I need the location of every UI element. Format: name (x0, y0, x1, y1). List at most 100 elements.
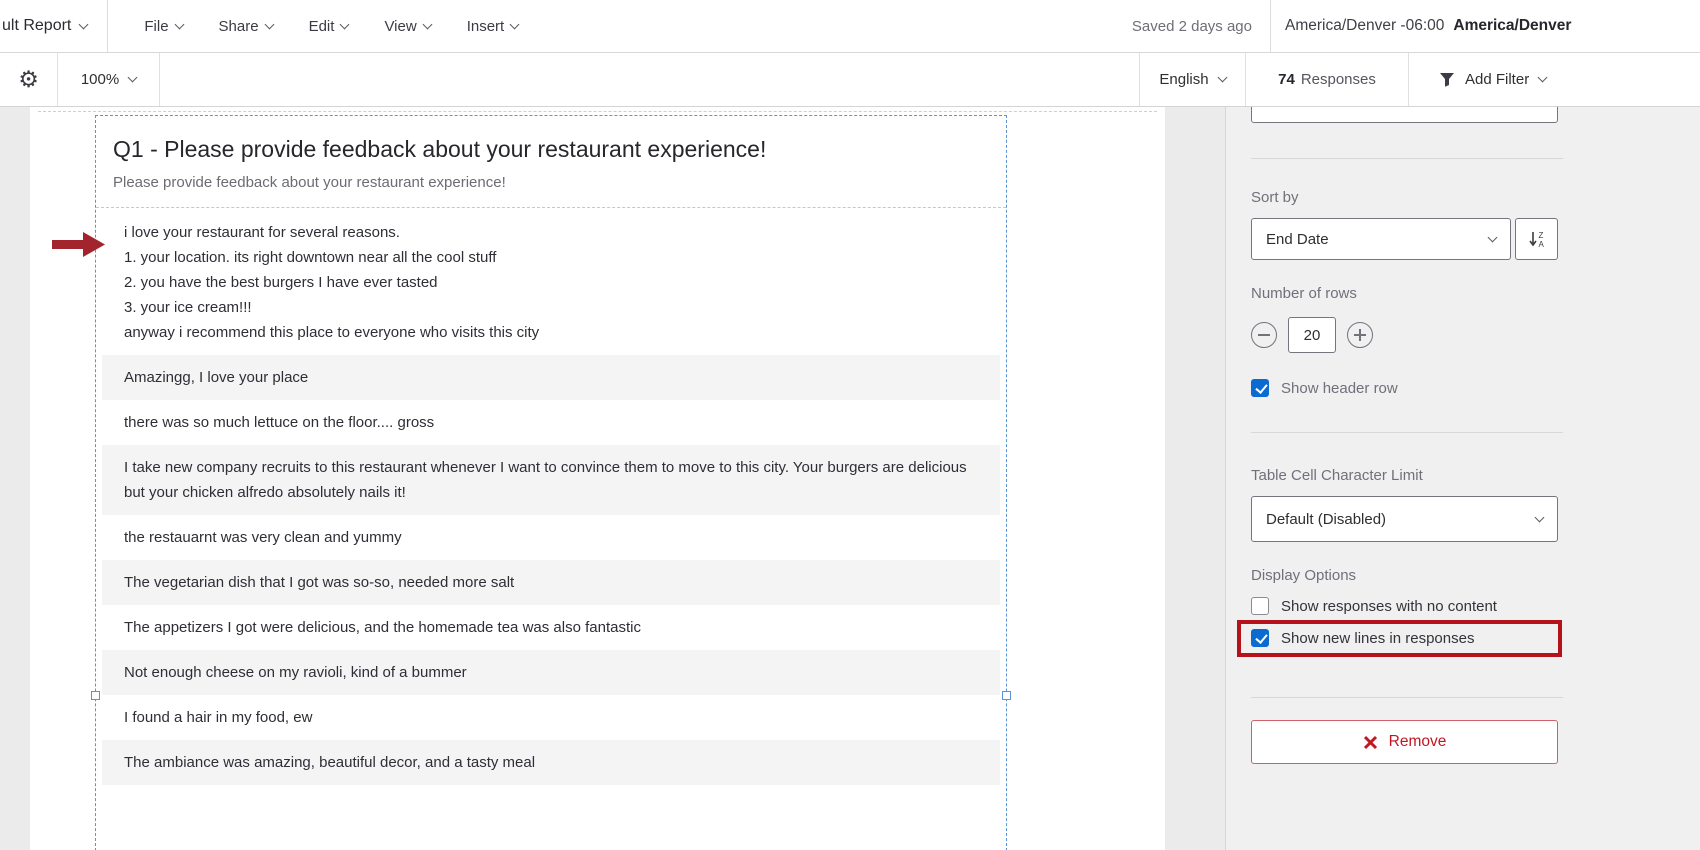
filter-icon (1439, 72, 1455, 87)
menu-share-label: Share (219, 18, 259, 35)
response-row: The vegetarian dish that I got was so-so… (102, 560, 1000, 605)
svg-text:A: A (1538, 240, 1544, 249)
chevron-down-icon (1217, 73, 1227, 83)
menu-insert[interactable]: Insert (467, 18, 519, 35)
question-subtitle: Please provide feedback about your resta… (113, 174, 990, 191)
chevron-down-icon (510, 19, 520, 29)
response-line: 3. your ice cream!!! (124, 295, 978, 320)
show-no-content-label: Show responses with no content (1281, 598, 1497, 615)
menu-file-label: File (144, 18, 168, 35)
annotation-highlight-box (1237, 620, 1562, 657)
chevron-down-icon (422, 19, 432, 29)
menu-edit[interactable]: Edit (309, 18, 349, 35)
response-row: the restauarnt was very clean and yummy (102, 515, 1000, 560)
divider (1251, 158, 1563, 159)
sort-by-label: Sort by (1251, 189, 1299, 206)
response-line: the restauarnt was very clean and yummy (124, 525, 978, 550)
sort-by-row: End Date Z A (1251, 218, 1558, 260)
resize-handle-left[interactable] (91, 691, 100, 700)
increment-button[interactable] (1347, 322, 1373, 348)
response-row: I take new company recruits to this rest… (102, 445, 1000, 515)
resize-handle-right[interactable] (1002, 691, 1011, 700)
response-row: Amazingg, I love your place (102, 355, 1000, 400)
menu-bar: File Share Edit View Insert (144, 18, 518, 35)
add-filter-button[interactable]: Add Filter (1408, 53, 1700, 106)
number-of-rows-label: Number of rows (1251, 285, 1357, 302)
saved-status: Saved 2 days ago (1132, 18, 1252, 35)
response-row: i love your restaurant for several reaso… (102, 210, 1000, 355)
show-no-content-checkbox[interactable] (1251, 597, 1269, 615)
response-line: 2. you have the best burgers I have ever… (124, 270, 978, 295)
response-line: anyway i recommend this place to everyon… (124, 320, 978, 345)
svg-text:Z: Z (1538, 231, 1543, 240)
show-no-content-option: Show responses with no content (1251, 597, 1558, 615)
chevron-down-icon (340, 19, 350, 29)
language-value: English (1159, 71, 1208, 88)
response-line: The appetizers I got were delicious, and… (124, 615, 978, 640)
show-header-row-option: Show header row (1251, 379, 1558, 397)
sort-order-button[interactable]: Z A (1515, 218, 1558, 260)
question-title: Q1 - Please provide feedback about your … (113, 136, 990, 163)
char-limit-value: Default (Disabled) (1266, 511, 1386, 528)
decrement-button[interactable] (1251, 322, 1277, 348)
sort-by-value: End Date (1266, 231, 1329, 248)
text-responses-widget[interactable]: Q1 - Please provide feedback about your … (95, 115, 1007, 850)
report-page: Q1 - Please provide feedback about your … (30, 107, 1165, 850)
report-toolbar: ⚙ 100% English 74 Responses Add Filter (0, 53, 1700, 107)
chevron-down-icon (79, 19, 89, 29)
add-filter-label: Add Filter (1465, 71, 1529, 88)
remove-label: Remove (1389, 733, 1447, 751)
data-source-dropdown-partial[interactable] (1251, 107, 1558, 123)
number-of-rows-stepper: 20 (1251, 317, 1558, 353)
response-row: I found a hair in my food, ew (102, 695, 1000, 740)
menu-view-label: View (384, 18, 416, 35)
divider (1251, 697, 1563, 698)
menu-insert-label: Insert (467, 18, 505, 35)
char-limit-dropdown[interactable]: Default (Disabled) (1251, 496, 1558, 542)
report-title-label: ult Report (2, 17, 71, 35)
annotation-arrow (52, 231, 106, 258)
response-line: Not enough cheese on my ravioli, kind of… (124, 660, 978, 685)
zoom-value: 100% (81, 71, 119, 88)
number-of-rows-input[interactable]: 20 (1288, 317, 1336, 353)
remove-button[interactable]: Remove (1251, 720, 1558, 764)
sort-order-icon: Z A (1527, 229, 1547, 249)
responses-counter: 74 Responses (1245, 53, 1408, 106)
zoom-select[interactable]: 100% (58, 53, 160, 106)
response-line: I found a hair in my food, ew (124, 705, 978, 730)
display-options-label: Display Options (1251, 567, 1356, 584)
response-row: The ambiance was amazing, beautiful deco… (102, 740, 1000, 785)
page-margin-guide (38, 111, 1157, 112)
chevron-down-icon (174, 19, 184, 29)
chevron-down-icon (264, 19, 274, 29)
responses-count-label: Responses (1301, 71, 1376, 88)
settings-button[interactable]: ⚙ (0, 53, 58, 106)
menu-share[interactable]: Share (219, 18, 273, 35)
timezone-offset: America/Denver -06:00 (1285, 17, 1444, 35)
responses-count: 74 (1278, 71, 1295, 88)
response-row: Not enough cheese on my ravioli, kind of… (102, 650, 1000, 695)
chevron-down-icon (1488, 232, 1498, 242)
close-icon (1363, 735, 1378, 750)
char-limit-label: Table Cell Character Limit (1251, 467, 1423, 484)
chevron-down-icon (1538, 73, 1548, 83)
settings-sidebar: Sort by End Date Z A Number of rows 20 S… (1225, 107, 1700, 850)
divider (107, 0, 108, 52)
show-header-row-label: Show header row (1281, 380, 1398, 397)
menu-file[interactable]: File (144, 18, 182, 35)
response-line: The ambiance was amazing, beautiful deco… (124, 750, 978, 775)
sort-by-dropdown[interactable]: End Date (1251, 218, 1511, 260)
response-row: The appetizers I got were delicious, and… (102, 605, 1000, 650)
language-select[interactable]: English (1139, 53, 1245, 106)
show-header-row-checkbox[interactable] (1251, 379, 1269, 397)
response-line: The vegetarian dish that I got was so-so… (124, 570, 978, 595)
response-line: i love your restaurant for several reaso… (124, 220, 978, 245)
timezone-display: America/Denver -06:00 America/Denver (1271, 17, 1700, 35)
menu-view[interactable]: View (384, 18, 430, 35)
chevron-down-icon (128, 73, 138, 83)
response-line: there was so much lettuce on the floor..… (124, 410, 978, 435)
report-title-menu[interactable]: ult Report (0, 0, 107, 52)
question-header: Q1 - Please provide feedback about your … (96, 116, 1006, 208)
report-canvas: Q1 - Please provide feedback about your … (0, 107, 1225, 850)
gear-icon: ⚙ (18, 66, 39, 93)
